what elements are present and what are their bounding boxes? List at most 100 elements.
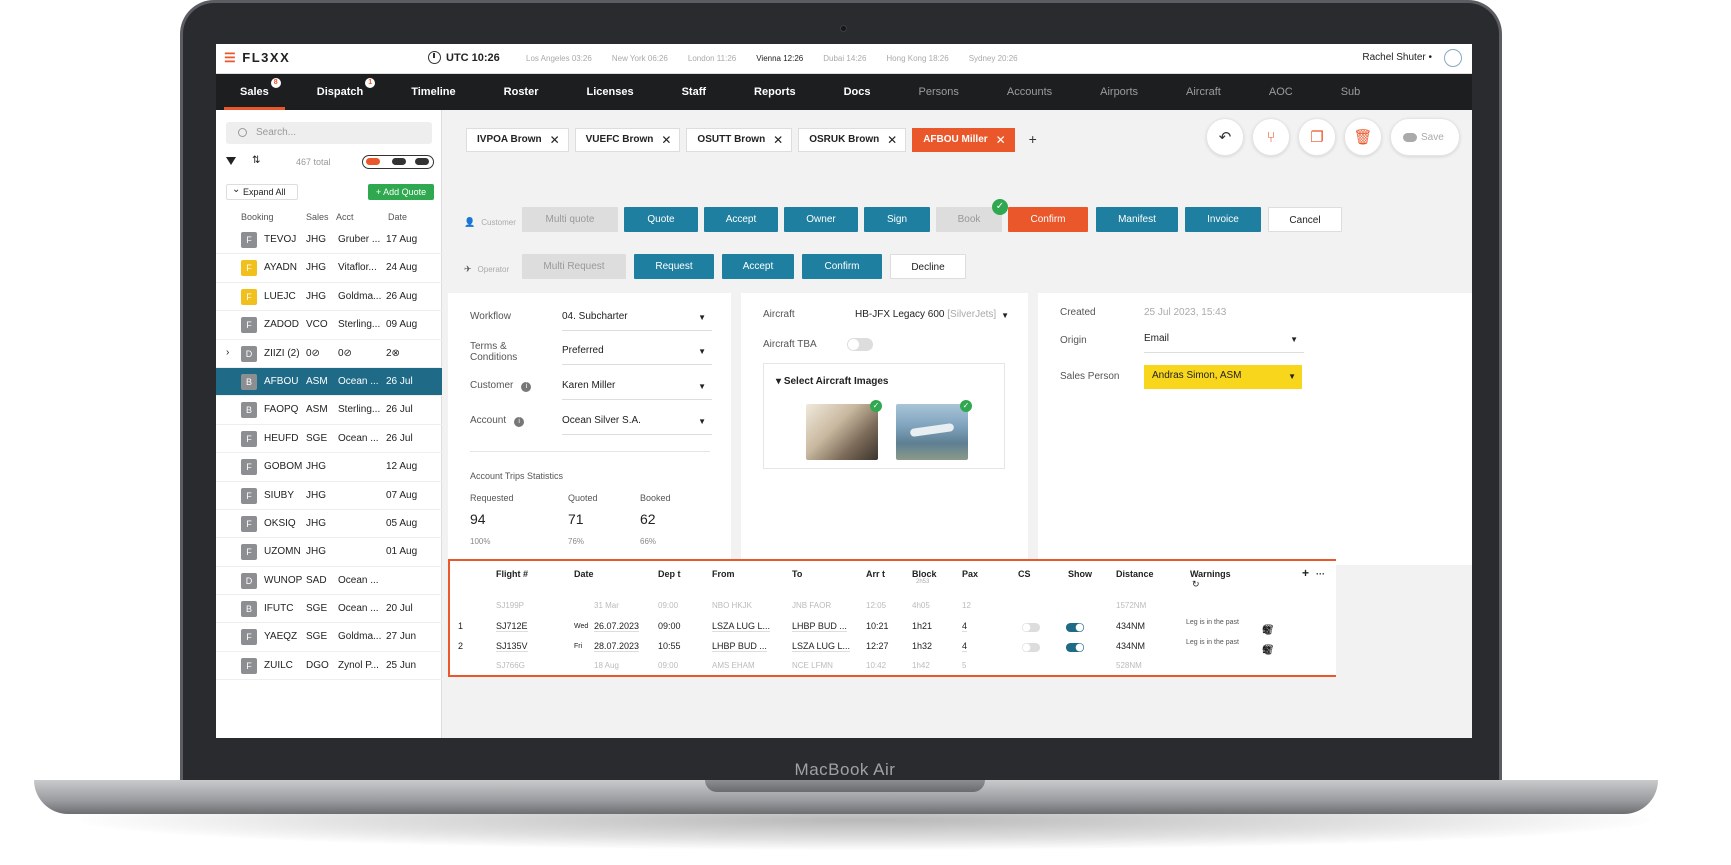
flight-pax[interactable]: 4: [962, 641, 968, 652]
table-row[interactable]: F YAEQZ SGE Goldma... 27 Jun: [216, 623, 442, 652]
table-row[interactable]: B AFBOU ASM Ocean ... 26 Jul: [216, 367, 442, 397]
table-row[interactable]: F GOBOM JHG 12 Aug: [216, 453, 442, 482]
flight-pax[interactable]: 4: [962, 621, 968, 632]
save-button[interactable]: Save: [1390, 118, 1460, 156]
table-row[interactable]: F AYADN JHG Vitaflor... 24 Aug: [216, 254, 442, 283]
sign-button[interactable]: Sign: [864, 207, 930, 232]
aircraft-tba-toggle[interactable]: [847, 338, 873, 351]
table-row[interactable]: F UZOMN JHG 01 Aug: [216, 538, 442, 567]
nav-item-aoc[interactable]: AOC: [1245, 74, 1317, 110]
tab-vuefc[interactable]: VUEFC Brown ✕: [574, 128, 681, 152]
show-toggle[interactable]: [1065, 642, 1085, 653]
filter-icon[interactable]: [226, 157, 236, 165]
flights-col-from[interactable]: From: [712, 569, 735, 579]
nav-item-dispatch[interactable]: Dispatch 1: [293, 74, 387, 110]
close-icon[interactable]: ✕: [996, 129, 1006, 151]
cancel-button[interactable]: Cancel: [1268, 207, 1342, 232]
customer-select[interactable]: Karen Miller ▼: [562, 380, 712, 400]
flight-date[interactable]: 26.07.2023: [594, 621, 640, 632]
view-toggle-grid[interactable]: [392, 158, 406, 165]
book-button[interactable]: Book ✓: [936, 199, 1008, 232]
undo-button[interactable]: ↶: [1206, 118, 1244, 156]
close-icon[interactable]: ✕: [773, 129, 783, 151]
flight-dist[interactable]: 434NM: [1116, 641, 1145, 651]
aircraft-image-cabin[interactable]: ✓: [806, 400, 882, 460]
owner-button[interactable]: Owner: [784, 207, 858, 232]
flight-block[interactable]: 1h32: [912, 641, 932, 651]
info-icon[interactable]: i: [514, 417, 525, 427]
tab-ivpoa[interactable]: IVPOA Brown ✕: [466, 128, 569, 152]
col-date[interactable]: Date: [388, 212, 407, 222]
workflow-select[interactable]: 04. Subcharter ▼: [562, 311, 712, 331]
col-booking[interactable]: Booking: [241, 212, 274, 222]
sales-person-select[interactable]: Andras Simon, ASM ▼: [1144, 365, 1302, 389]
nav-item-licenses[interactable]: Licenses: [563, 74, 658, 110]
quote-button[interactable]: Quote: [624, 207, 698, 232]
flights-col-arr[interactable]: Arr t: [866, 569, 885, 579]
cs-toggle[interactable]: [1021, 642, 1041, 653]
grid-icon[interactable]: ⊞: [1262, 645, 1273, 656]
flight-dist[interactable]: 434NM: [1116, 621, 1145, 631]
add-leg-icon[interactable]: +: [1302, 566, 1309, 580]
flight-row[interactable]: 2 SJ135V Fri 28.07.2023 10:55 LHBP BUD ... LSZ…: [450, 637, 1338, 657]
view-toggle-compact[interactable]: [415, 158, 429, 165]
flight-to[interactable]: LSZA LUG L...: [792, 641, 851, 652]
expand-all-button[interactable]: Expand All: [226, 183, 298, 200]
flight-arr[interactable]: 10:21: [866, 621, 889, 631]
aircraft-image-exterior[interactable]: ✓: [896, 400, 972, 460]
user-menu[interactable]: Rachel Shuter •: [1362, 52, 1432, 63]
multi-request-button[interactable]: Multi Request: [522, 254, 626, 279]
flight-row[interactable]: SJ766G 18 Aug 09:00 AMS EHAM NCE LFMN 10:42 1h…: [450, 657, 1338, 677]
flight-arr[interactable]: 12:27: [866, 641, 889, 651]
aircraft-select[interactable]: HB-JFX Legacy 600 [SilverJets] ▼: [855, 309, 1009, 329]
flight-block[interactable]: 1h21: [912, 621, 932, 631]
flight-dep[interactable]: 10:55: [658, 641, 681, 651]
table-row[interactable]: B IFUTC SGE Ocean ... 20 Jul: [216, 595, 442, 624]
add-quote-button[interactable]: + Add Quote: [368, 184, 434, 200]
origin-select[interactable]: Email ▼: [1144, 333, 1304, 353]
avatar[interactable]: [1444, 49, 1462, 67]
show-toggle[interactable]: [1065, 622, 1085, 633]
nav-item-docs[interactable]: Docs: [820, 74, 895, 110]
table-row[interactable]: F LUEJC JHG Goldma... 26 Aug: [216, 283, 442, 312]
flights-col-distance[interactable]: Distance: [1116, 569, 1154, 579]
chevron-right-icon[interactable]: ›: [226, 347, 229, 358]
decline-button[interactable]: Decline: [890, 254, 966, 279]
tab-osruk[interactable]: OSRUK Brown ✕: [798, 128, 907, 152]
table-row[interactable]: F HEUFD SGE Ocean ... 26 Jul: [216, 425, 442, 454]
flight-date[interactable]: 28.07.2023: [594, 641, 640, 652]
accept-button[interactable]: Accept: [704, 207, 778, 232]
flights-col-date[interactable]: Date: [574, 569, 594, 579]
col-acct[interactable]: Acct: [336, 212, 354, 222]
flight-flight[interactable]: SJ712E: [496, 621, 528, 632]
view-toggle[interactable]: [362, 155, 434, 169]
flight-from[interactable]: LHBP BUD ...: [712, 641, 767, 652]
close-icon[interactable]: ✕: [661, 129, 671, 151]
request-button[interactable]: Request: [634, 254, 714, 279]
close-icon[interactable]: ✕: [550, 129, 560, 151]
flight-row[interactable]: SJ199P 31 Mar 09:00 NBO HKJK JNB FAOR 12:05 4h…: [450, 597, 1338, 617]
flight-row[interactable]: 1 SJ712E Wed 26.07.2023 09:00 LSZA LUG L... LH…: [450, 617, 1338, 637]
flight-flight[interactable]: SJ135V: [496, 641, 528, 652]
nav-item-sales[interactable]: Sales 8: [216, 74, 293, 110]
copy-button[interactable]: ❐: [1298, 118, 1336, 156]
sort-icon[interactable]: ⇅: [252, 155, 260, 166]
nav-item-timeline[interactable]: Timeline: [387, 74, 479, 110]
cs-toggle[interactable]: [1021, 622, 1041, 633]
flights-col-to[interactable]: To: [792, 569, 802, 579]
close-icon[interactable]: ✕: [887, 129, 897, 151]
flights-col-cs[interactable]: CS: [1018, 569, 1031, 579]
table-row[interactable]: › D ZIIZI (2) 0⊘ 0⊘ 2⊗: [216, 340, 442, 368]
split-button[interactable]: ⑂: [1252, 118, 1290, 156]
add-tab-icon[interactable]: +: [1021, 128, 1045, 152]
flight-from[interactable]: LSZA LUG L...: [712, 621, 771, 632]
app-logo[interactable]: ☰ FL3XX: [224, 50, 290, 66]
terms-select[interactable]: Preferred ▼: [562, 345, 712, 365]
manifest-button[interactable]: Manifest: [1096, 207, 1178, 232]
view-toggle-list[interactable]: [366, 158, 380, 165]
flight-dep[interactable]: 09:00: [658, 621, 681, 631]
images-title[interactable]: ▾ Select Aircraft Images: [776, 376, 889, 387]
table-row[interactable]: F ZADOD VCO Sterling... 09 Aug: [216, 311, 442, 340]
operator-confirm-button[interactable]: Confirm: [802, 254, 882, 279]
col-sales[interactable]: Sales: [306, 212, 329, 222]
